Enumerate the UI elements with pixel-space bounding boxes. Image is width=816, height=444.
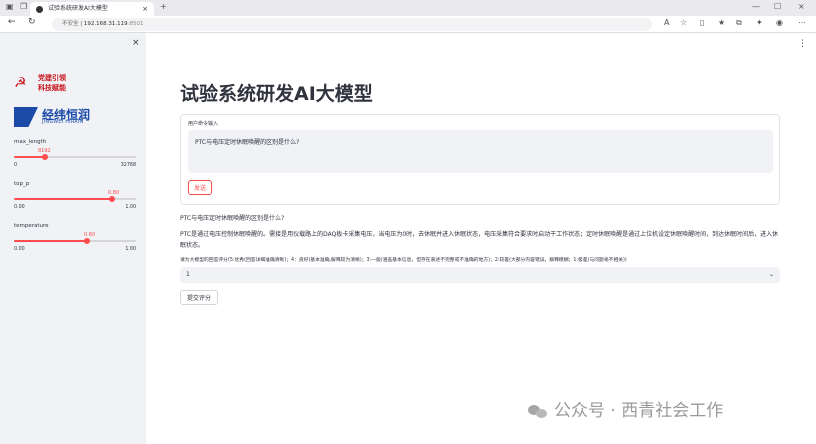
- back-icon[interactable]: ←: [8, 17, 16, 27]
- tab-close-icon[interactable]: ×: [142, 2, 148, 16]
- party-emblem-icon: ☭: [14, 75, 27, 91]
- main-menu-icon[interactable]: ⋮: [798, 39, 807, 49]
- address-toolbar: ← ↻ 不安全 | 192.168.31.119:8501 A ☆ ▯ ★ ⧉ …: [0, 16, 816, 33]
- slider-handle[interactable]: [84, 238, 91, 244]
- slider-max: 32768: [120, 163, 136, 168]
- submit-rating-button[interactable]: 提交评分: [180, 290, 218, 305]
- collections-icon[interactable]: ⧉: [736, 18, 742, 28]
- sidebar: × ☭ 党建引领 科技赋能 经纬恒润 JINGWEI HIRAIN max_len…: [0, 33, 146, 444]
- extensions-icon[interactable]: ✦: [756, 18, 763, 27]
- slider-max: 1.00: [125, 205, 136, 210]
- url-port: :8501: [127, 21, 144, 27]
- security-warning[interactable]: 不安全: [62, 21, 79, 27]
- watermark: 公众号 · 西青社会工作: [528, 396, 723, 421]
- command-input[interactable]: [188, 130, 773, 173]
- tab-title: 试验系统研发AI大模型: [48, 5, 108, 12]
- profile-icon[interactable]: ◉: [776, 18, 783, 27]
- input-label: 用户命令输入: [188, 121, 219, 127]
- slider-max: 1.00: [125, 247, 136, 252]
- browser-tab-bar: 试验系统研发AI大模型 × ▣ ❐ + — ☐ ×: [0, 0, 816, 16]
- jingwei-mark-icon: [14, 107, 38, 127]
- window-close-button[interactable]: ×: [798, 2, 805, 11]
- slider-min: 0: [14, 163, 18, 168]
- company-name-en: JINGWEI HIRAIN: [42, 120, 84, 125]
- browser-tab[interactable]: 试验系统研发AI大模型 ×: [30, 2, 154, 16]
- rating-label: 请为大模型的回答评分(5:优秀(回答详细准确清晰)；4：良好(基本准确,解释较为…: [180, 258, 627, 263]
- rating-selected-value: 1: [186, 271, 190, 278]
- top-p-slider[interactable]: top_p 0.80 0.00 1.00: [14, 181, 136, 210]
- app-favicon-icon: [36, 6, 43, 13]
- favorite-icon[interactable]: ☆: [680, 18, 687, 27]
- reload-icon[interactable]: ↻: [28, 17, 36, 27]
- slider-min: 0.00: [14, 205, 25, 210]
- window-maximize-button[interactable]: ☐: [774, 2, 781, 11]
- split-screen-icon[interactable]: ▯: [700, 18, 704, 27]
- main-content: ⋮ 试验系统研发AI大模型 用户命令输入 发送 PTC与电压定时休眠唤醒的区别是…: [146, 33, 816, 444]
- slider-label: top_p: [14, 181, 30, 187]
- sidebar-close-icon[interactable]: ×: [132, 38, 140, 48]
- page-title: 试验系统研发AI大模型: [180, 83, 373, 105]
- logo-slogan: 党建引领 科技赋能: [38, 74, 66, 92]
- chevron-down-icon: ⌄: [768, 271, 774, 278]
- url-host: 192.168.31.119: [83, 21, 128, 27]
- window-minimize-button[interactable]: —: [752, 2, 760, 11]
- slider-handle[interactable]: [108, 196, 115, 202]
- address-bar[interactable]: 不安全 | 192.168.31.119:8501: [52, 18, 652, 31]
- question-text: PTC与电压定时休眠唤醒的区别是什么?: [180, 215, 285, 222]
- tab-actions-icon[interactable]: ▣: [6, 2, 14, 11]
- settings-more-icon[interactable]: ⋯: [798, 18, 806, 27]
- slider-label: max_length: [14, 139, 47, 145]
- send-button[interactable]: 发送: [188, 180, 212, 195]
- new-tab-icon[interactable]: +: [160, 2, 167, 11]
- slider-label: temperature: [14, 223, 49, 229]
- slider-min: 0.00: [14, 247, 25, 252]
- rating-select[interactable]: 1 ⌄: [180, 267, 780, 283]
- tab-list-icon[interactable]: ❐: [20, 2, 27, 11]
- slider-handle[interactable]: [41, 154, 48, 160]
- read-aloud-icon[interactable]: A: [664, 18, 669, 27]
- wechat-icon: [528, 403, 548, 419]
- watermark-text: 公众号 · 西青社会工作: [554, 401, 724, 421]
- favorites-icon[interactable]: ★: [718, 18, 725, 27]
- command-form: 用户命令输入 发送: [180, 114, 780, 205]
- max-length-slider[interactable]: max_length 8192 0 32768: [14, 139, 136, 168]
- slider-value: 0.80: [108, 190, 120, 196]
- answer-text: PTC是通过电压控制休眠唤醒的。需接是用仪载路上的DAQ板卡采集电压，当电压为0…: [180, 231, 779, 249]
- temperature-slider[interactable]: temperature 0.60 0.00 1.00: [14, 223, 136, 252]
